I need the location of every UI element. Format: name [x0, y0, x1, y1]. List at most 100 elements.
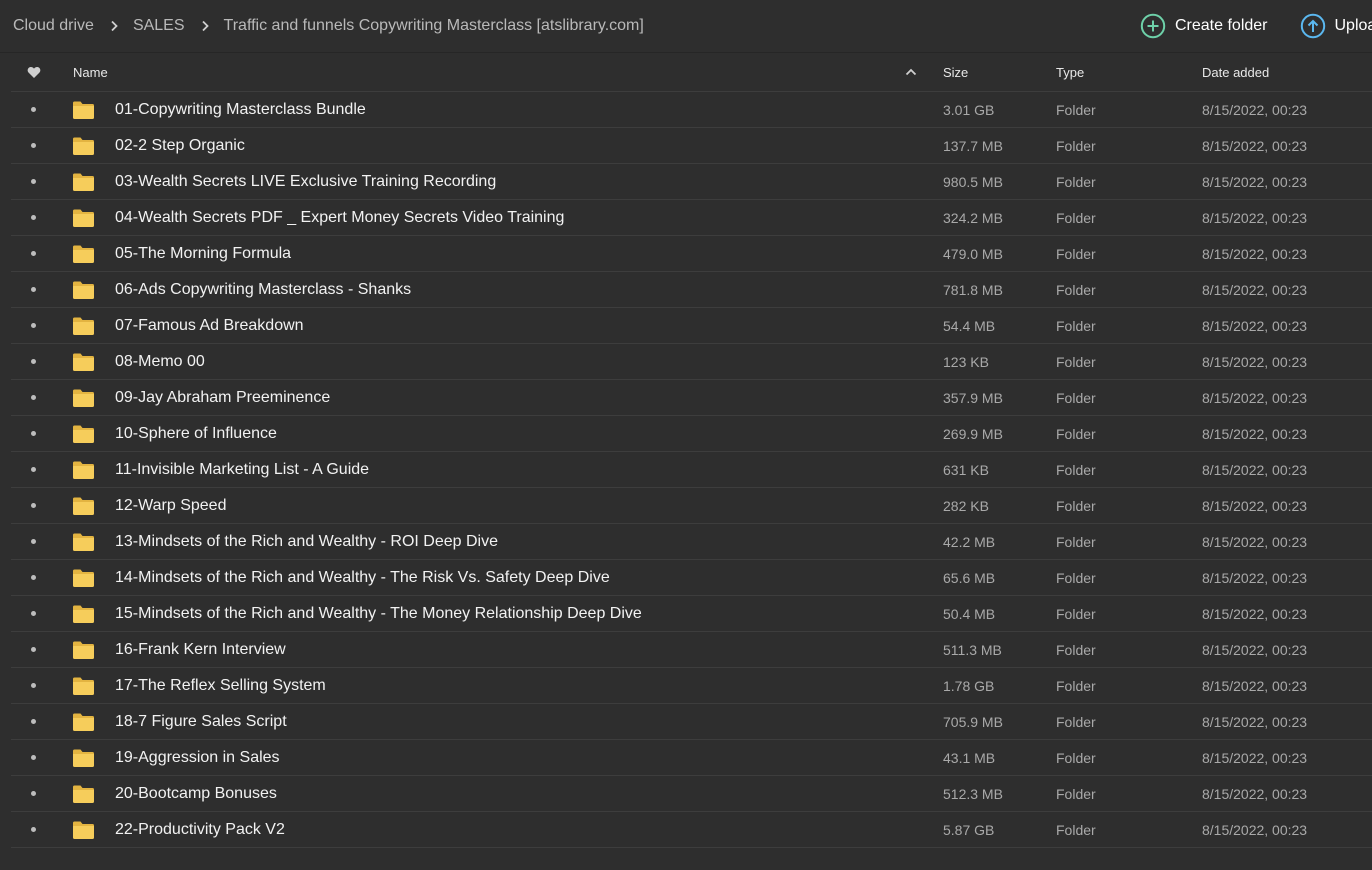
sort-ascending-icon[interactable] — [905, 53, 917, 91]
bullet-icon — [31, 380, 36, 415]
folder-date-added: 8/15/2022, 00:23 — [1202, 137, 1308, 154]
folder-size: 980.5 MB — [943, 173, 1003, 190]
folder-size: 123 KB — [943, 353, 989, 370]
folder-date-added: 8/15/2022, 00:23 — [1202, 353, 1308, 370]
folder-date-added: 8/15/2022, 00:23 — [1202, 605, 1308, 622]
toolbar-actions: Create folder Upload — [1140, 0, 1372, 52]
folder-type: Folder — [1056, 281, 1096, 298]
breadcrumb-current-folder[interactable]: Traffic and funnels Copywriting Mastercl… — [224, 17, 644, 35]
upload-label: Upload — [1334, 17, 1372, 34]
table-row[interactable]: 17-The Reflex Selling System 1.78 GB Fol… — [11, 668, 1372, 704]
create-folder-button[interactable]: Create folder — [1140, 13, 1268, 39]
folder-size: 631 KB — [943, 461, 989, 478]
table-row[interactable]: 12-Warp Speed 282 KB Folder 8/15/2022, 0… — [11, 488, 1372, 524]
table-row[interactable]: 11-Invisible Marketing List - A Guide 63… — [11, 452, 1372, 488]
bullet-icon — [31, 812, 36, 847]
bullet-icon — [31, 344, 36, 379]
folder-date-added: 8/15/2022, 00:23 — [1202, 785, 1308, 802]
folder-date-added: 8/15/2022, 00:23 — [1202, 749, 1308, 766]
folder-name: 09-Jay Abraham Preeminence — [115, 388, 331, 406]
table-row[interactable]: 22-Productivity Pack V2 5.87 GB Folder 8… — [11, 812, 1372, 848]
folder-date-added: 8/15/2022, 00:23 — [1202, 677, 1308, 694]
top-bar: Cloud drive SALES Traffic and funnels Co… — [0, 0, 1372, 53]
folder-name: 04-Wealth Secrets PDF _ Expert Money Sec… — [115, 208, 565, 226]
folder-icon — [72, 272, 95, 307]
column-header-date[interactable]: Date added — [1202, 53, 1269, 91]
table-row[interactable]: 03-Wealth Secrets LIVE Exclusive Trainin… — [11, 164, 1372, 200]
heart-icon[interactable] — [27, 53, 41, 91]
table-row[interactable]: 01-Copywriting Masterclass Bundle 3.01 G… — [11, 92, 1372, 128]
folder-date-added: 8/15/2022, 00:23 — [1202, 641, 1308, 658]
chevron-right-icon — [110, 20, 118, 32]
folder-name: 08-Memo 00 — [115, 352, 205, 370]
breadcrumb-sales[interactable]: SALES — [133, 17, 185, 35]
table-row[interactable]: 13-Mindsets of the Rich and Wealthy - RO… — [11, 524, 1372, 560]
bullet-icon — [31, 560, 36, 595]
upload-button[interactable]: Upload — [1300, 13, 1372, 39]
bullet-icon — [31, 200, 36, 235]
bullet-icon — [31, 668, 36, 703]
create-folder-label: Create folder — [1175, 17, 1268, 34]
folder-date-added: 8/15/2022, 00:23 — [1202, 569, 1308, 586]
bullet-icon — [31, 596, 36, 631]
bullet-icon — [31, 128, 36, 163]
bullet-icon — [31, 632, 36, 667]
folder-date-added: 8/15/2022, 00:23 — [1202, 821, 1308, 838]
bullet-icon — [31, 164, 36, 199]
folder-type: Folder — [1056, 137, 1096, 154]
folder-size: 511.3 MB — [943, 641, 1002, 658]
breadcrumb-cloud-drive[interactable]: Cloud drive — [13, 17, 94, 35]
column-header-size[interactable]: Size — [943, 53, 968, 91]
folder-date-added: 8/15/2022, 00:23 — [1202, 533, 1308, 550]
folder-date-added: 8/15/2022, 00:23 — [1202, 101, 1308, 118]
folder-size: 137.7 MB — [943, 137, 1003, 154]
folder-icon — [72, 524, 95, 559]
bullet-icon — [31, 272, 36, 307]
table-row[interactable]: 18-7 Figure Sales Script 705.9 MB Folder… — [11, 704, 1372, 740]
table-row[interactable]: 08-Memo 00 123 KB Folder 8/15/2022, 00:2… — [11, 344, 1372, 380]
folder-icon — [72, 812, 95, 847]
table-row[interactable]: 05-The Morning Formula 479.0 MB Folder 8… — [11, 236, 1372, 272]
folder-size: 781.8 MB — [943, 281, 1003, 298]
folder-name: 22-Productivity Pack V2 — [115, 820, 285, 838]
folder-name: 14-Mindsets of the Rich and Wealthy - Th… — [115, 568, 610, 586]
table-row[interactable]: 09-Jay Abraham Preeminence 357.9 MB Fold… — [11, 380, 1372, 416]
upload-arrow-circle-icon — [1300, 13, 1326, 39]
folder-type: Folder — [1056, 785, 1096, 802]
table-row[interactable]: 07-Famous Ad Breakdown 54.4 MB Folder 8/… — [11, 308, 1372, 344]
table-row[interactable]: 04-Wealth Secrets PDF _ Expert Money Sec… — [11, 200, 1372, 236]
bullet-icon — [31, 452, 36, 487]
table-row[interactable]: 15-Mindsets of the Rich and Wealthy - Th… — [11, 596, 1372, 632]
folder-size: 3.01 GB — [943, 101, 995, 118]
folder-type: Folder — [1056, 209, 1096, 226]
column-header-name[interactable]: Name — [73, 53, 108, 91]
folder-type: Folder — [1056, 101, 1096, 118]
folder-date-added: 8/15/2022, 00:23 — [1202, 209, 1308, 226]
folder-name: 10-Sphere of Influence — [115, 424, 277, 442]
folder-icon — [72, 128, 95, 163]
table-row[interactable]: 19-Aggression in Sales 43.1 MB Folder 8/… — [11, 740, 1372, 776]
table-row[interactable]: 16-Frank Kern Interview 511.3 MB Folder … — [11, 632, 1372, 668]
chevron-right-icon — [201, 20, 209, 32]
folder-name: 20-Bootcamp Bonuses — [115, 784, 277, 802]
folder-icon — [72, 704, 95, 739]
bullet-icon — [31, 236, 36, 271]
table-row[interactable]: 20-Bootcamp Bonuses 512.3 MB Folder 8/15… — [11, 776, 1372, 812]
table-row[interactable]: 14-Mindsets of the Rich and Wealthy - Th… — [11, 560, 1372, 596]
folder-size: 54.4 MB — [943, 317, 996, 334]
folder-date-added: 8/15/2022, 00:23 — [1202, 245, 1308, 262]
folder-date-added: 8/15/2022, 00:23 — [1202, 497, 1308, 514]
table-row[interactable]: 06-Ads Copywriting Masterclass - Shanks … — [11, 272, 1372, 308]
bullet-icon — [31, 92, 36, 127]
column-header-type[interactable]: Type — [1056, 53, 1084, 91]
table-row[interactable]: 10-Sphere of Influence 269.9 MB Folder 8… — [11, 416, 1372, 452]
folder-name: 11-Invisible Marketing List - A Guide — [115, 460, 370, 478]
folder-size: 479.0 MB — [943, 245, 1003, 262]
folder-size: 43.1 MB — [943, 749, 996, 766]
folder-type: Folder — [1056, 569, 1096, 586]
table-row[interactable]: 02-2 Step Organic 137.7 MB Folder 8/15/2… — [11, 128, 1372, 164]
folder-icon — [72, 740, 95, 775]
folder-type: Folder — [1056, 173, 1096, 190]
folder-size: 5.87 GB — [943, 821, 995, 838]
folder-type: Folder — [1056, 461, 1096, 478]
